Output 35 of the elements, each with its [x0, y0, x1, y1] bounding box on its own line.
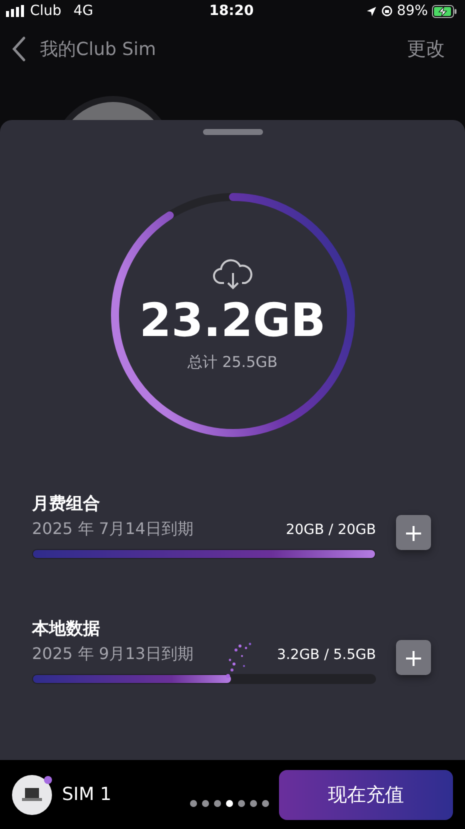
back-icon[interactable] — [12, 36, 26, 62]
plan-name: 本地数据 — [32, 618, 101, 640]
cloud-download-icon — [212, 258, 254, 290]
battery-charging-icon — [432, 4, 457, 18]
page-dot[interactable] — [226, 800, 233, 807]
rotation-lock-icon — [380, 5, 393, 17]
network-type: 4G — [73, 3, 94, 19]
page-dot[interactable] — [190, 800, 197, 807]
location-icon — [366, 6, 377, 16]
battery-percent: 89% — [396, 3, 428, 19]
page-dot[interactable] — [202, 800, 209, 807]
sim-avatar[interactable] — [12, 774, 52, 814]
page-dot[interactable] — [250, 800, 257, 807]
notification-dot — [44, 776, 52, 784]
carrier-name: Club — [30, 3, 62, 19]
drag-handle[interactable] — [202, 129, 262, 135]
expiry-date: 2025 年 7月14日到期 — [32, 519, 194, 540]
expiry-date: 2025 年 9月13日到期 — [32, 644, 194, 665]
page-dot[interactable] — [214, 800, 221, 807]
signal-icon — [6, 5, 26, 17]
add-button[interactable]: + — [396, 515, 431, 550]
page-dot[interactable] — [262, 800, 269, 807]
page-dot[interactable] — [238, 800, 245, 807]
data-amount: 20GB / 20GB — [286, 522, 376, 538]
recharge-button[interactable]: 现在充值 — [279, 770, 453, 820]
plan-name: 月费组合 — [32, 493, 101, 515]
sim-name: SIM 1 — [62, 784, 112, 805]
total-data: 总计 25.5GB — [187, 352, 278, 372]
page-title: 我的Club Sim — [40, 38, 158, 61]
laptop-icon — [22, 786, 42, 802]
edit-link[interactable]: 更改 — [407, 36, 445, 62]
add-button[interactable]: + — [396, 640, 431, 675]
data-amount: 3.2GB / 5.5GB — [276, 647, 376, 663]
status-time: 18:20 — [209, 3, 254, 19]
remaining-data: 23.2GB — [139, 292, 326, 346]
